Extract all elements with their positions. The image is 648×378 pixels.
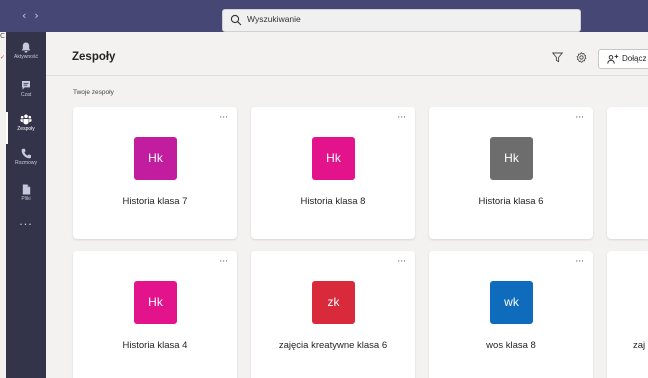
team-avatar: Hk	[134, 137, 177, 180]
rail-item-activity[interactable]: Aktywność	[6, 38, 46, 74]
more-options-icon[interactable]: ···	[397, 113, 406, 123]
team-card[interactable]: ··· Hk Historia klasa 7	[73, 107, 237, 239]
team-card-partial[interactable]: zaj	[607, 251, 648, 378]
team-avatar: Hk	[134, 281, 177, 324]
team-name: Historia klasa 8	[300, 196, 366, 207]
more-options-icon[interactable]: ···	[219, 257, 228, 267]
rail-label-files: Pliki	[21, 196, 31, 202]
teams-icon	[20, 114, 32, 125]
more-options-icon[interactable]: ···	[219, 113, 228, 123]
team-card[interactable]: ··· Hk Historia klasa 4	[73, 251, 237, 378]
rail-item-files[interactable]: Pliki	[6, 180, 46, 216]
rail-item-teams[interactable]: Zespoły	[6, 110, 46, 146]
history-nav: ‹›	[22, 9, 47, 22]
gear-icon[interactable]	[576, 52, 587, 63]
teams-app: ‹› Wyszukiwanie C ✓ Aktywność Czat Zespo…	[0, 0, 648, 378]
team-card[interactable]: ··· wk wos klasa 8	[429, 251, 593, 378]
rail-item-calls[interactable]: Rozmowy	[6, 144, 46, 180]
rail-label-chat: Czat	[20, 92, 32, 98]
page-header: Zespoły Dołącz	[46, 40, 648, 76]
app-rail: Aktywność Czat Zespoły Rozmowy Pliki ···	[6, 32, 46, 378]
more-options-icon[interactable]: ···	[575, 113, 584, 123]
rail-item-chat[interactable]: Czat	[6, 76, 46, 112]
filter-icon[interactable]	[552, 52, 563, 63]
team-avatar: Hk	[490, 137, 533, 180]
add-people-icon	[607, 54, 619, 64]
join-team-label: Dołącz	[622, 54, 647, 63]
team-avatar: Hk	[312, 137, 355, 180]
section-label: Twoje zespoły	[73, 89, 114, 96]
unread-marker: ✓	[0, 54, 6, 61]
team-name: Historia klasa 4	[122, 340, 188, 351]
team-name: Historia klasa 6	[478, 196, 544, 207]
os-edge-glyph: C	[0, 32, 5, 40]
team-name: zajęcia kreatywne klasa 6	[278, 340, 388, 351]
forward-arrow-icon[interactable]: ›	[34, 9, 46, 22]
search-placeholder: Wyszukiwanie	[247, 14, 301, 24]
bell-icon	[21, 42, 31, 53]
rail-label-teams: Zespoły	[17, 126, 35, 132]
team-card[interactable]: ··· Hk Historia klasa 6	[429, 107, 593, 239]
team-name: wos klasa 8	[486, 340, 536, 351]
rail-more-icon[interactable]: ···	[6, 218, 46, 231]
phone-icon	[21, 148, 31, 159]
search-input[interactable]: Wyszukiwanie	[222, 9, 581, 32]
team-card[interactable]: ··· zk zajęcia kreatywne klasa 6	[251, 251, 415, 378]
join-team-button[interactable]: Dołącz	[598, 49, 648, 69]
rail-label-activity: Aktywność	[14, 54, 38, 60]
team-avatar: wk	[490, 281, 533, 324]
team-card[interactable]: ··· Hk Historia klasa 8	[251, 107, 415, 239]
file-icon	[22, 184, 30, 195]
team-name: Historia klasa 7	[122, 196, 188, 207]
chat-icon	[22, 81, 30, 90]
team-name: zaj	[633, 340, 646, 351]
more-options-icon[interactable]: ···	[575, 257, 584, 267]
page-title: Zespoły	[72, 51, 116, 63]
search-icon	[230, 14, 242, 26]
title-bar: ‹› Wyszukiwanie	[0, 0, 648, 32]
team-card-partial[interactable]	[607, 107, 648, 239]
team-avatar: zk	[312, 281, 355, 324]
back-arrow-icon[interactable]: ‹	[22, 9, 34, 22]
rail-label-calls: Rozmowy	[15, 160, 37, 166]
more-options-icon[interactable]: ···	[397, 257, 406, 267]
